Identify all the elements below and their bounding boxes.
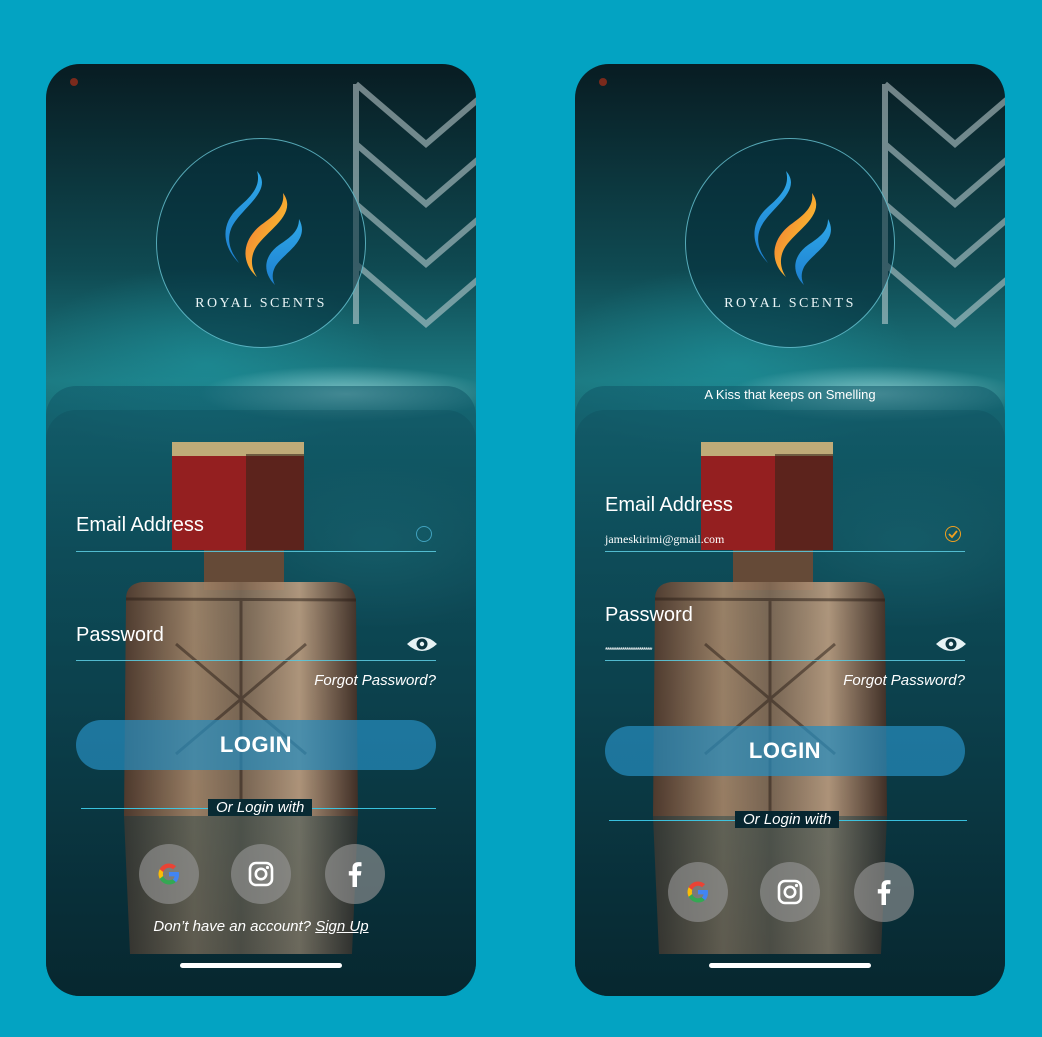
google-icon <box>158 863 179 885</box>
brand-logo: ROYAL SCENTS <box>685 138 895 348</box>
google-login-button[interactable] <box>668 862 728 922</box>
signup-link[interactable]: Sign Up <box>315 918 368 935</box>
forgot-password-link[interactable]: Forgot Password? <box>575 672 965 689</box>
camera-dot <box>70 78 78 86</box>
camera-dot <box>599 78 607 86</box>
facebook-login-button[interactable] <box>854 862 914 922</box>
email-field[interactable] <box>76 551 436 552</box>
password-field[interactable] <box>76 660 436 661</box>
facebook-icon <box>877 880 891 905</box>
check-icon <box>948 530 958 539</box>
login-button[interactable]: LOGIN <box>76 720 436 770</box>
flame-logo-icon <box>754 171 831 285</box>
phone-screen-login-empty: ROYAL SCENTS Email Address Password Forg… <box>46 64 476 996</box>
google-login-button[interactable] <box>139 844 199 904</box>
password-label: Password <box>76 624 164 646</box>
login-button[interactable]: LOGIN <box>605 726 965 776</box>
facebook-icon <box>348 862 362 887</box>
brand-name: ROYAL SCENTS <box>724 296 856 311</box>
email-field[interactable] <box>605 551 965 552</box>
instagram-login-button[interactable] <box>760 862 820 922</box>
or-login-with: Or Login with <box>735 811 840 828</box>
brand-name: ROYAL SCENTS <box>195 296 327 311</box>
background-lattice <box>353 81 476 328</box>
email-valid-indicator <box>945 526 961 542</box>
forgot-password-link[interactable]: Forgot Password? <box>46 672 436 689</box>
or-login-with: Or Login with <box>208 799 313 816</box>
phone-screen-login-filled: ROYAL SCENTS A Kiss that keeps on Smelli… <box>575 64 1005 996</box>
email-valid-indicator <box>416 526 432 542</box>
eye-icon[interactable] <box>406 634 438 654</box>
email-label: Email Address <box>605 494 733 516</box>
flame-logo-icon <box>225 171 302 285</box>
tagline: A Kiss that keeps on Smelling <box>704 387 876 402</box>
facebook-login-button[interactable] <box>325 844 385 904</box>
email-label: Email Address <box>76 514 204 536</box>
signup-prefix: Don’t have an account? <box>153 918 312 935</box>
password-field[interactable] <box>605 660 965 661</box>
brand-logo: ROYAL SCENTS <box>156 138 366 348</box>
instagram-icon <box>248 861 274 887</box>
eye-icon[interactable] <box>935 634 967 654</box>
home-indicator <box>180 963 342 968</box>
instagram-login-button[interactable] <box>231 844 291 904</box>
password-label: Password <box>605 604 693 626</box>
instagram-icon <box>777 879 803 905</box>
email-value[interactable]: jameskirimi@gmail.com <box>605 532 724 547</box>
home-indicator <box>709 963 871 968</box>
google-icon <box>687 881 708 903</box>
password-value[interactable]: ********************** <box>605 646 652 655</box>
signup-prompt: Don’t have an account? Sign Up <box>46 918 476 935</box>
background-lattice <box>882 81 1005 328</box>
